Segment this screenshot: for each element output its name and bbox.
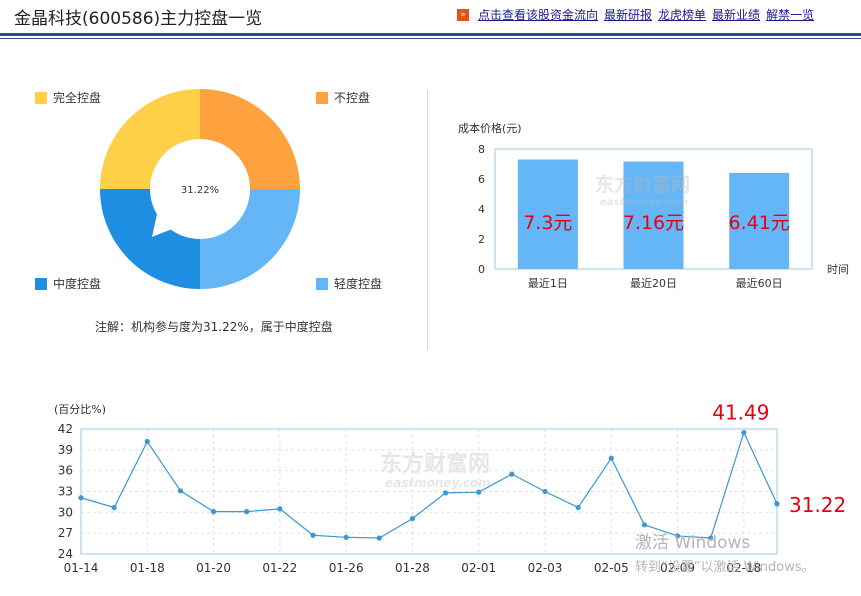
data-point: [376, 535, 382, 541]
data-point: [741, 429, 747, 436]
data-point: [343, 534, 349, 540]
line-chart-ytick: 36: [58, 464, 73, 478]
data-point: [78, 495, 84, 501]
bar-chart-xtick: 最近20日: [630, 277, 677, 290]
data-point: [542, 488, 548, 495]
legend-swatch: [316, 277, 328, 290]
dragon-tiger-link[interactable]: 龙虎榜单: [658, 6, 706, 23]
line-chart-ytick: 24: [58, 547, 73, 561]
bar-chart-ytick: 4: [478, 203, 485, 216]
data-point: [575, 504, 581, 511]
legend-label: 中度控盘: [53, 277, 102, 291]
data-point: [277, 506, 283, 512]
bar-chart-ytick: 8: [478, 143, 485, 156]
legend-no-control: 不控盘: [316, 89, 370, 106]
bar-data-label: 7.16元: [623, 212, 684, 234]
line-chart-xtick: 01-28: [395, 561, 430, 575]
header: 金晶科技(600586)主力控盘一览 » 点击查看该股资金流向 最新研报 龙虎榜…: [0, 0, 861, 34]
data-point-annotation: 41.49: [712, 401, 769, 425]
legend-label: 完全控盘: [53, 91, 102, 105]
line-chart-ylabel: (百分比%): [54, 403, 106, 416]
line-chart-xtick: 01-18: [130, 561, 165, 575]
cost-price-bar-chart: 成本价格(元) 时间 0 2 4 6 8 最近1日 7.3元最近20日 7.16元最近60日 6…: [458, 121, 849, 290]
data-point: [509, 471, 515, 477]
legend-label: 轻度控盘: [334, 277, 383, 291]
page-title: 金晶科技(600586)主力控盘一览: [14, 9, 263, 29]
bar-chart-xtick: 最近60日: [736, 277, 783, 290]
section-divider: [427, 90, 428, 350]
research-report-link[interactable]: 最新研报: [604, 6, 652, 23]
windows-activation-title: 激活 Windows: [635, 533, 751, 553]
data-point: [442, 490, 449, 496]
watermark-domain: eastmoney.com: [600, 197, 688, 208]
data-point: [476, 489, 482, 495]
unlock-link[interactable]: 解禁一览: [766, 6, 814, 23]
bar-chart-ytick: 2: [478, 233, 485, 246]
line-chart-ytick: 39: [58, 443, 73, 457]
data-point: [310, 532, 316, 538]
line-chart-xtick: 02-01: [461, 561, 496, 575]
watermark-domain: eastmoney.com: [385, 476, 491, 490]
line-chart-xtick: 02-03: [528, 561, 563, 575]
line-chart-ytick: 33: [58, 485, 73, 499]
legend-swatch: [35, 91, 47, 104]
donut-center-label: 31.22%: [181, 185, 219, 196]
nav-links: » 点击查看该股资金流向 最新研报 龙虎榜单 最新业绩 解禁一览: [457, 6, 814, 23]
donut-chart: 31.22%: [100, 89, 300, 289]
data-point: [608, 455, 614, 461]
legend-light-control: 轻度控盘: [316, 275, 382, 292]
line-chart-xtick: 02-05: [594, 561, 629, 575]
data-point: [244, 509, 250, 515]
watermark-brand: 东方财富网: [595, 173, 690, 196]
data-point: [409, 515, 416, 522]
watermark-logo: 东方财富网 eastmoney.com: [595, 173, 690, 208]
line-chart-xtick: 01-26: [329, 561, 364, 575]
line-chart-ytick: 42: [58, 422, 73, 436]
double-arrow-icon: »: [457, 8, 469, 21]
bar-chart-ytick: 6: [478, 173, 485, 186]
legend-label: 不控盘: [334, 91, 371, 105]
header-divider-thin: [0, 38, 861, 39]
legend-full-control: 完全控盘: [35, 89, 101, 106]
bar-data-label: 6.41元: [729, 212, 790, 234]
header-divider: [0, 33, 861, 36]
bar-chart-ylabel: 成本价格(元): [458, 121, 522, 135]
data-point: [111, 504, 117, 511]
line-chart-ytick: 30: [58, 505, 73, 519]
watermark-brand: 东方财富网: [380, 451, 490, 477]
data-point: [774, 501, 780, 507]
fund-flow-link[interactable]: 点击查看该股资金流向: [478, 6, 598, 23]
bar-data-label: 7.3元: [523, 212, 572, 234]
data-point-annotation: 31.22: [789, 493, 846, 517]
windows-activation-watermark: 激活 Windows 转到“设置”以激活 Windows。: [635, 528, 815, 575]
pie-note: 注解：机构参与度为31.22%，属于中度控盘: [95, 320, 333, 334]
legend-swatch: [316, 91, 328, 104]
line-chart-xtick: 01-20: [196, 561, 231, 575]
bar-chart-ytick: 0: [478, 263, 485, 276]
legend-swatch: [35, 277, 47, 290]
line-chart-xtick: 01-14: [64, 561, 99, 575]
performance-link[interactable]: 最新业绩: [712, 6, 760, 23]
data-point: [144, 438, 150, 445]
data-point: [210, 509, 217, 515]
data-point: [641, 522, 648, 528]
windows-activation-hint: 转到“设置”以激活 Windows。: [635, 560, 815, 575]
data-point: [177, 488, 184, 494]
line-chart-xtick: 01-22: [262, 561, 297, 575]
bar-chart-xtick: 最近1日: [528, 277, 568, 290]
legend-medium-control: 中度控盘: [35, 275, 101, 292]
line-chart-ytick: 27: [58, 526, 73, 540]
bar-chart-xlabel: 时间: [827, 263, 849, 276]
